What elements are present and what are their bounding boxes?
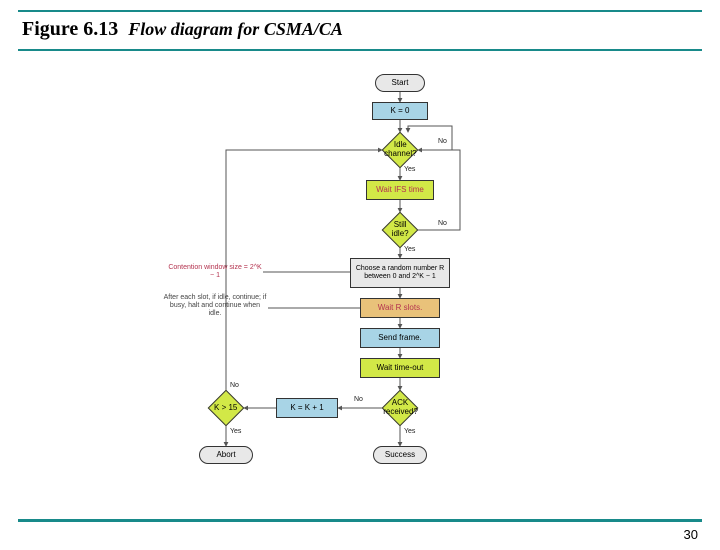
node-wait-timeout: Wait time-out <box>360 358 440 378</box>
node-success: Success <box>373 446 427 464</box>
node-k-increment: K = K + 1 <box>276 398 338 418</box>
edge-still-no: No <box>438 220 447 227</box>
edge-k15-yes: Yes <box>230 428 241 435</box>
edge-ack-yes: Yes <box>404 428 415 435</box>
figure-title: Flow diagram for CSMA/CA <box>128 19 343 39</box>
edge-idle-yes: Yes <box>404 166 415 173</box>
flowchart-connectors <box>0 66 720 514</box>
node-send-frame: Send frame. <box>360 328 440 348</box>
edge-k15-no: No <box>230 382 239 389</box>
node-wait-ifs: Wait IFS time <box>366 180 434 200</box>
node-choose-r: Choose a random number R between 0 and 2… <box>350 258 450 288</box>
node-wait-r-slots: Wait R slots. <box>360 298 440 318</box>
node-abort: Abort <box>199 446 253 464</box>
note-slot-rule: After each slot, if idle, continue; if b… <box>163 294 267 318</box>
footer-rule <box>18 519 702 522</box>
figure-number: Figure 6.13 <box>22 18 118 40</box>
node-k-zero: K = 0 <box>372 102 428 120</box>
edge-idle-no: No <box>438 138 447 145</box>
edge-ack-no: No <box>354 396 363 403</box>
note-contention-window: Contention window size = 2^K − 1 <box>168 264 262 280</box>
figure-title-band: Figure 6.13 Flow diagram for CSMA/CA <box>18 10 702 51</box>
node-start: Start <box>375 74 425 92</box>
edge-still-yes: Yes <box>404 246 415 253</box>
flowchart: Start K = 0 Idle channel? Wait IFS time … <box>0 66 720 514</box>
